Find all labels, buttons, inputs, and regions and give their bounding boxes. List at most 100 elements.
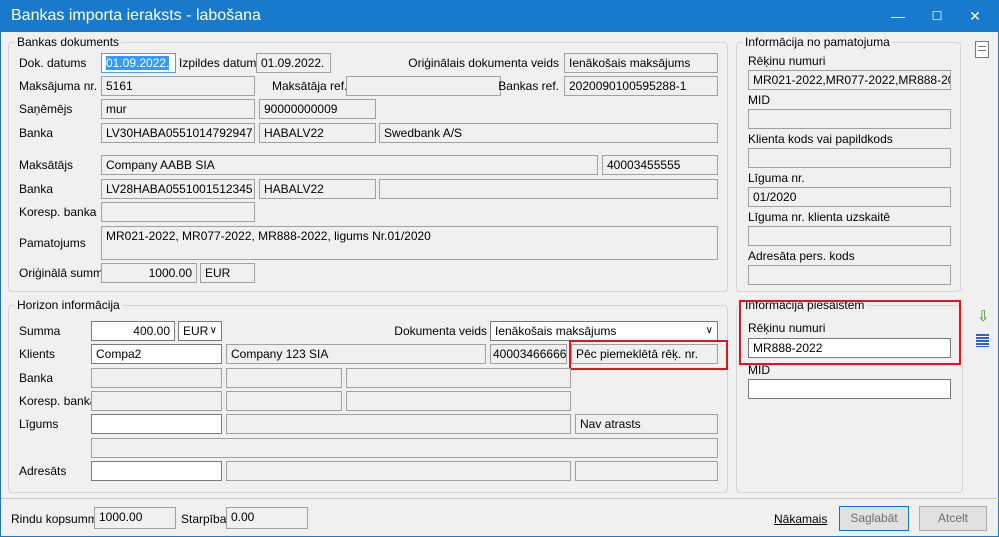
orig-veids-field[interactable]: Ienākošais maksājums: [564, 53, 718, 73]
orig-valuta-field[interactable]: EUR: [200, 263, 255, 283]
h-banka-field-3[interactable]: [346, 368, 571, 388]
info-field-label: MID: [748, 93, 770, 107]
info-field-value[interactable]: [748, 265, 951, 285]
banka2-iban-field[interactable]: LV28HABA0551001512345: [101, 179, 255, 199]
window-title: Bankas importa ieraksts - labošana: [11, 7, 261, 24]
h-koresp-field-2[interactable]: [226, 391, 342, 411]
koresp-label: Koresp. banka: [19, 205, 97, 219]
info-field-value[interactable]: MR021-2022,MR077-2022,MR888-2022: [748, 70, 951, 90]
sanemejs-code-field[interactable]: 90000000009: [259, 99, 376, 119]
h-koresp-label: Koresp. banka: [19, 394, 97, 408]
summa-label: Summa: [19, 324, 61, 338]
maks-ref-label: Maksātāja ref.: [272, 79, 348, 93]
document-icon[interactable]: [975, 41, 989, 58]
adresats-name-field[interactable]: [226, 461, 571, 481]
klients-code-input[interactable]: Compa2: [91, 344, 222, 364]
info-field-value[interactable]: 01/2020: [748, 187, 951, 207]
info-field-label: Līguma nr. klienta uzskaitē: [748, 210, 891, 224]
klients-reg-field[interactable]: 400034666666: [490, 344, 567, 364]
pamatojums-field[interactable]: MR021-2022, MR077-2022, MR888-2022, ligu…: [101, 226, 718, 260]
klients-label: Klients: [19, 347, 56, 361]
summa-input[interactable]: 400.00: [91, 321, 175, 341]
starpiba-label: Starpība: [181, 512, 227, 526]
dok-datums-value: 01.09.2022.: [106, 56, 170, 70]
adresats-label: Adresāts: [19, 464, 67, 478]
cancel-button[interactable]: Atcelt: [919, 506, 987, 531]
maks-ref-field[interactable]: [346, 76, 501, 96]
close-button[interactable]: ✕: [956, 1, 994, 32]
valuta-value: EUR: [183, 324, 209, 338]
banka2-name-field[interactable]: [379, 179, 718, 199]
group-legend: Horizon informācija: [15, 298, 122, 312]
banka1-swift-field[interactable]: HABALV22: [259, 123, 376, 143]
banka2-swift-field[interactable]: HABALV22: [259, 179, 376, 199]
mid-label: MID: [748, 363, 770, 377]
group-legend: Informācija no pamatojuma: [743, 35, 892, 49]
maksatajs-code-field[interactable]: 40003455555: [602, 155, 718, 175]
next-link[interactable]: Nākamais: [774, 512, 827, 526]
pamatojums-label: Pamatojums: [19, 236, 86, 250]
save-button[interactable]: Saglabāt: [839, 506, 909, 531]
h-banka-label: Banka: [19, 371, 54, 385]
ligums-desc-field[interactable]: [91, 438, 718, 458]
h-koresp-field-3[interactable]: [346, 391, 571, 411]
import-arrow-icon[interactable]: ⇩: [977, 307, 990, 325]
mid-input[interactable]: [748, 379, 951, 399]
info-field-label: Klienta kods vai papildkods: [748, 132, 893, 146]
dok-veids-value: Ienākošais maksājums: [495, 324, 617, 338]
group-legend: Bankas dokuments: [15, 35, 122, 49]
h-banka-field-1[interactable]: [91, 368, 222, 388]
izpildes-label: Izpildes datums: [179, 56, 263, 70]
info-field-label: Rēķinu numuri: [748, 54, 826, 68]
sanemejs-field[interactable]: mur: [101, 99, 255, 119]
izpildes-field[interactable]: 01.09.2022.: [256, 53, 331, 73]
h-banka-field-2[interactable]: [226, 368, 342, 388]
banka2-label: Banka: [19, 182, 54, 196]
valuta-select[interactable]: EUR ∨: [178, 321, 222, 341]
info-field-value[interactable]: [748, 148, 951, 168]
h-koresp-field-1[interactable]: [91, 391, 222, 411]
banka1-name-field[interactable]: Swedbank A/S: [379, 123, 718, 143]
info-field-value[interactable]: [748, 109, 951, 129]
chevron-down-icon: ∨: [209, 325, 217, 336]
divider: [1, 498, 999, 499]
highlight-box: [569, 340, 728, 370]
chevron-down-icon: ∨: [705, 325, 713, 336]
koresp-field[interactable]: [101, 202, 255, 222]
dok-veids-select[interactable]: Ienākošais maksājums ∨: [490, 321, 718, 341]
rindu-field[interactable]: 1000.00: [94, 507, 176, 529]
starpiba-field[interactable]: 0.00: [226, 507, 308, 529]
orig-summa-label: Oriģinālā summa: [19, 266, 110, 280]
ligums-label: Līgums: [19, 417, 59, 431]
minimize-button[interactable]: —: [879, 1, 917, 32]
orig-veids-label: Oriģinālais dokumenta veids: [408, 56, 559, 70]
info-field-label: Līguma nr.: [748, 171, 805, 185]
banka1-label: Banka: [19, 126, 54, 140]
rekinu-input[interactable]: MR888-2022: [748, 338, 951, 358]
dok-datums-field[interactable]: 01.09.2022.: [101, 53, 176, 73]
maximize-button[interactable]: ☐: [918, 1, 956, 32]
banka1-iban-field[interactable]: LV30HABA0551014792947: [101, 123, 255, 143]
bankas-ref-label: Bankas ref.: [498, 79, 559, 93]
rindu-label: Rindu kopsumma: [11, 512, 105, 526]
maks-nr-label: Maksājuma nr.: [19, 79, 98, 93]
maksatajs-field[interactable]: Company AABB SIA: [101, 155, 598, 175]
dok-veids-label: Dokumenta veids: [394, 324, 487, 338]
ligums-name-field[interactable]: [226, 414, 571, 434]
sanemejs-label: Saņēmējs: [19, 102, 73, 116]
list-icon[interactable]: [976, 334, 989, 347]
info-field-label: Adresāta pers. kods: [748, 249, 855, 263]
adresats-input[interactable]: [91, 461, 222, 481]
dok-datums-label: Dok. datums: [19, 56, 87, 70]
orig-summa-field[interactable]: 1000.00: [101, 263, 197, 283]
maks-nr-field[interactable]: 5161: [101, 76, 255, 96]
title-bar: Bankas importa ieraksts - labošana — ☐ ✕: [1, 1, 999, 32]
klients-name-field[interactable]: Company 123 SIA: [226, 344, 486, 364]
adresats-extra-field[interactable]: [575, 461, 718, 481]
ligums-status-field[interactable]: Nav atrasts: [575, 414, 718, 434]
info-field-value[interactable]: [748, 226, 951, 246]
maksatajs-label: Maksātājs: [19, 158, 74, 172]
ligums-input[interactable]: [91, 414, 222, 434]
bankas-ref-field[interactable]: 2020090100595288-1: [564, 76, 718, 96]
rekinu-label: Rēķinu numuri: [748, 321, 826, 335]
